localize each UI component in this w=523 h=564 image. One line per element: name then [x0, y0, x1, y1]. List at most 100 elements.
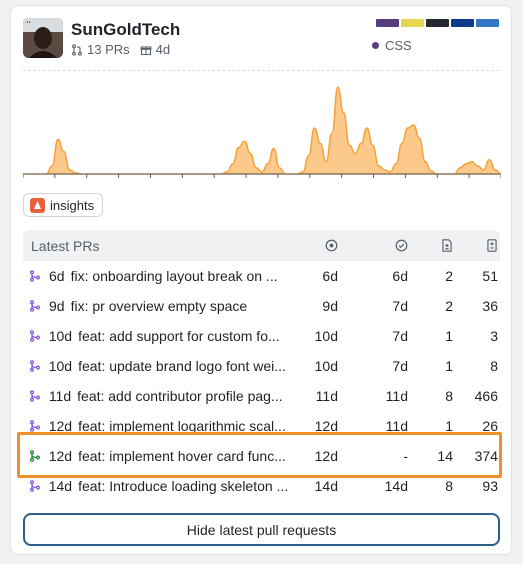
pr-title-link[interactable]: feat: implement logarithmic scal...	[78, 418, 303, 434]
pr-review-time: 11d	[385, 418, 408, 434]
pr-age: 9d	[49, 298, 65, 314]
pr-files-changed: 2	[445, 298, 453, 314]
pr-merged-icon	[29, 330, 49, 342]
latest-prs-heading: Latest PRs	[31, 237, 100, 254]
pr-age: 12d	[48, 448, 73, 464]
files-changed-icon	[408, 239, 453, 252]
language-bar-segment	[376, 19, 399, 27]
language-label: CSS	[385, 38, 412, 53]
pr-rows: 6d fix: onboarding layout break on ... 6…	[23, 261, 500, 501]
insights-logo-icon	[30, 197, 45, 213]
account-age: 4d	[155, 42, 171, 57]
table-row[interactable]: 10d feat: add support for custom fo... 1…	[23, 321, 500, 351]
pr-lines-changed: 36	[482, 298, 498, 314]
pr-title-link[interactable]: feat: Introduce loading skeleton ...	[78, 478, 303, 494]
pr-open-time: 10d	[314, 358, 338, 374]
pr-merged-icon	[29, 420, 49, 432]
lines-changed-icon	[453, 239, 498, 252]
pr-merged-icon	[29, 270, 49, 282]
pr-age: 14d	[48, 478, 73, 494]
pr-title-cell: 11d feat: add contributor profile pag...	[23, 388, 303, 404]
pr-files-changed: 8	[445, 478, 453, 494]
pr-files-changed: 1	[445, 358, 453, 374]
latest-prs-table: Latest PRs 6d fix: onboarding layout bre…	[23, 230, 500, 501]
primary-language: CSS	[372, 38, 412, 53]
pr-title-cell: 10d feat: update brand logo font wei...	[23, 358, 303, 374]
pr-open-time: 14d	[314, 478, 338, 494]
language-bar-segment	[451, 19, 474, 27]
pr-title-cell: 12d feat: implement logarithmic scal...	[23, 418, 303, 434]
gift-icon	[140, 45, 152, 55]
pr-review-time: 7d	[392, 358, 408, 374]
pr-title-cell: 6d fix: onboarding layout break on ...	[23, 268, 303, 284]
user-meta: 13 PRs 4d	[71, 42, 170, 57]
pr-title-cell: 12d feat: implement hover card func...	[23, 448, 303, 464]
table-row[interactable]: 11d feat: add contributor profile pag...…	[23, 381, 500, 411]
avatar[interactable]: ‘‘	[23, 18, 63, 58]
pr-review-time: 11d	[385, 388, 408, 404]
language-dot	[372, 42, 379, 49]
pr-title-link[interactable]: feat: add support for custom fo...	[78, 328, 303, 344]
pr-merged-icon	[29, 300, 49, 312]
pr-open-time: 12d	[314, 448, 338, 464]
table-row[interactable]: 10d feat: update brand logo font wei... …	[23, 351, 500, 381]
pr-title-link[interactable]: fix: onboarding layout break on ...	[71, 268, 299, 284]
pr-files-changed: 2	[445, 268, 453, 284]
pr-files-changed: 1	[445, 328, 453, 344]
pull-request-icon	[72, 43, 82, 56]
pr-count: 13 PRs	[87, 42, 130, 57]
pr-review-time: 7d	[392, 328, 408, 344]
pr-title-link[interactable]: feat: add contributor profile pag...	[77, 388, 303, 404]
table-row[interactable]: 12d feat: implement hover card func... 1…	[23, 441, 500, 471]
pr-merged-icon	[29, 390, 49, 402]
pr-lines-changed: 466	[474, 388, 498, 404]
table-header: Latest PRs	[23, 230, 500, 261]
pr-files-changed: 8	[445, 388, 453, 404]
insights-label: insights	[50, 197, 95, 213]
pr-lines-changed: 26	[482, 418, 498, 434]
pr-open-time: 6d	[322, 268, 338, 284]
pr-open-icon	[29, 450, 49, 462]
pr-open-time: 12d	[314, 418, 338, 434]
pr-merged-icon	[29, 360, 49, 372]
pr-age: 10d	[48, 328, 73, 344]
contributor-card: ‘‘ SunGoldTech 13 PRs 4d CSS insights La…	[10, 5, 512, 555]
table-row[interactable]: 9d fix: pr overview empty space 9d 7d 2 …	[23, 291, 500, 321]
language-bar	[376, 19, 499, 27]
table-row[interactable]: 14d feat: Introduce loading skeleton ...…	[23, 471, 500, 501]
language-bar-segment	[476, 19, 499, 27]
pr-open-time: 9d	[322, 298, 338, 314]
pr-age: 11d	[48, 388, 72, 404]
review-time-icon	[338, 239, 408, 252]
pr-open-time: 11d	[315, 388, 338, 404]
pr-files-changed: 14	[437, 448, 453, 464]
open-time-icon	[303, 239, 338, 252]
table-row[interactable]: 12d feat: implement logarithmic scal... …	[23, 411, 500, 441]
pr-review-time: 14d	[384, 478, 408, 494]
pr-title-cell: 14d feat: Introduce loading skeleton ...	[23, 478, 303, 494]
pr-review-time: -	[403, 448, 408, 464]
pr-files-changed: 1	[445, 418, 453, 434]
pr-title-link[interactable]: fix: pr overview empty space	[71, 298, 299, 314]
activity-area-series	[23, 86, 501, 175]
table-row[interactable]: 6d fix: onboarding layout break on ... 6…	[23, 261, 500, 291]
pr-review-time: 6d	[392, 268, 408, 284]
pr-lines-changed: 374	[474, 448, 498, 464]
pr-review-time: 7d	[392, 298, 408, 314]
pr-merged-icon	[29, 480, 49, 492]
divider	[23, 70, 499, 71]
pr-title-cell: 9d fix: pr overview empty space	[23, 298, 303, 314]
hide-latest-prs-button[interactable]: Hide latest pull requests	[23, 513, 500, 546]
pr-open-time: 10d	[314, 328, 338, 344]
pr-title-link[interactable]: feat: update brand logo font wei...	[78, 358, 303, 374]
language-bar-segment	[426, 19, 449, 27]
pr-age: 10d	[48, 358, 73, 374]
pr-age: 6d	[49, 268, 65, 284]
pr-lines-changed: 3	[490, 328, 498, 344]
pr-lines-changed: 8	[490, 358, 498, 374]
pr-title-link[interactable]: feat: implement hover card func...	[78, 448, 303, 464]
pr-age: 12d	[48, 418, 73, 434]
pr-lines-changed: 51	[482, 268, 498, 284]
insights-badge[interactable]: insights	[23, 193, 104, 217]
username[interactable]: SunGoldTech	[71, 20, 180, 40]
